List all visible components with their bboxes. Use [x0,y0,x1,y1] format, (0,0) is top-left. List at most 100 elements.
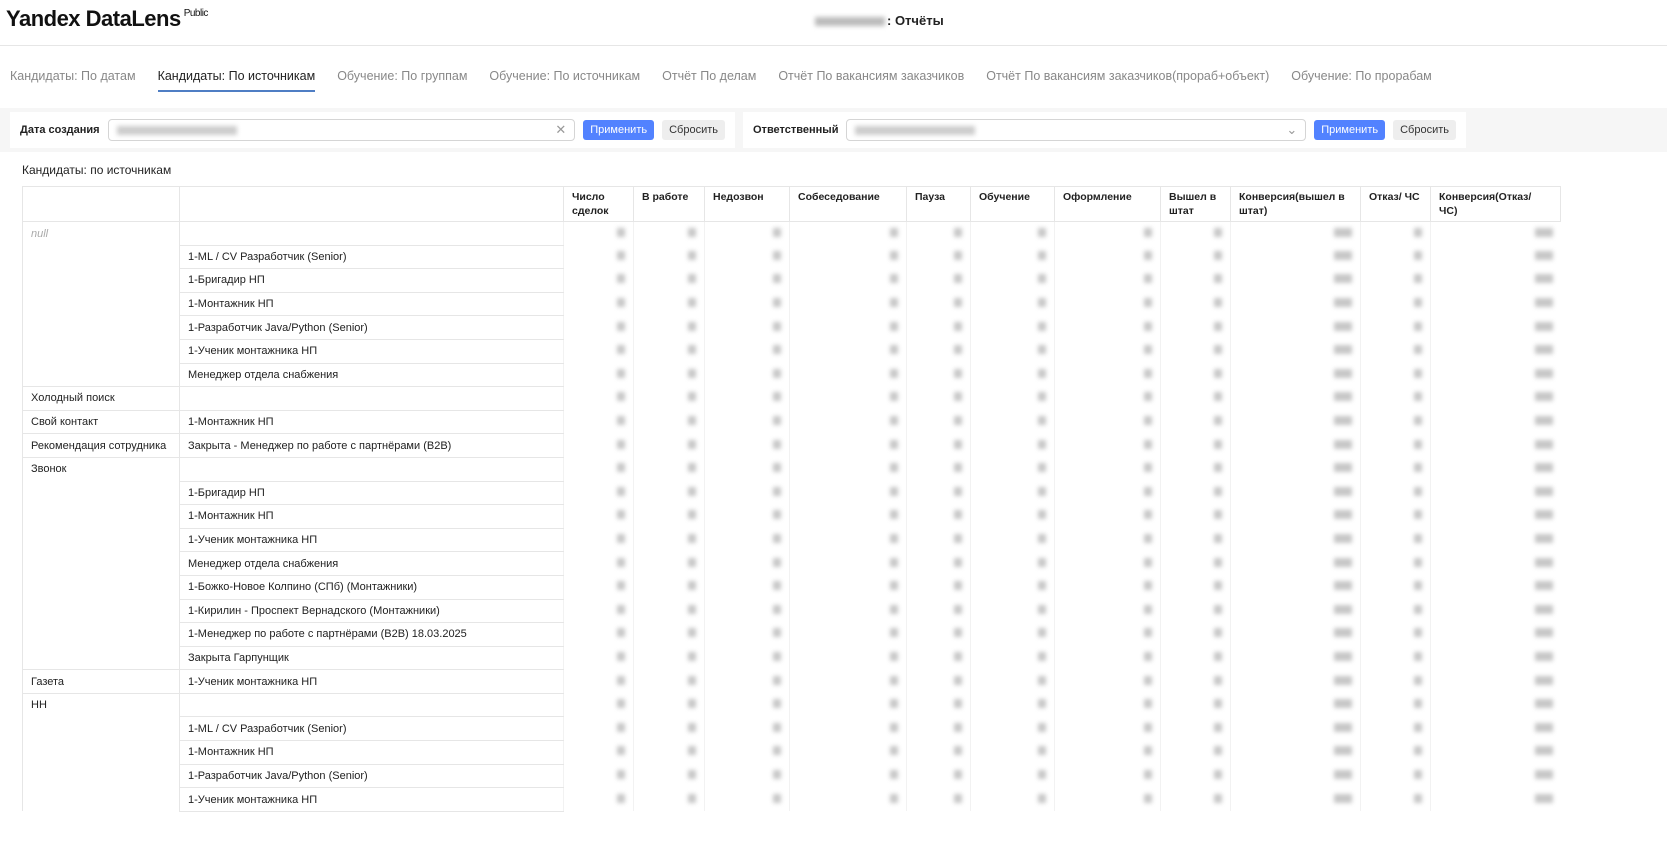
column-header[interactable] [179,186,564,222]
vacancy-cell: 1-Менеджер по работе с партнёрами (B2B) … [179,622,564,647]
blurred-value [890,250,898,260]
blurred-value [688,793,696,803]
redacted-value-cell [1230,716,1361,741]
app-header: Yandex DataLens Public : Отчёты [0,0,1667,46]
column-header[interactable]: В работе [633,186,705,222]
blurred-value [890,416,898,426]
redacted-value-cell [789,386,907,411]
owner-select[interactable]: ⌄ [846,119,1307,141]
redacted-value-cell [970,221,1055,246]
blurred-value [1214,250,1222,260]
redacted-value-cell [1360,504,1431,529]
tab-2[interactable]: Обучение: По группам [337,69,467,92]
redacted-value-cell [1230,693,1361,717]
column-header[interactable]: Оформление [1054,186,1161,222]
column-header[interactable]: Собеседование [789,186,907,222]
tab-1[interactable]: Кандидаты: По источникам [157,69,316,92]
blurred-value [890,769,898,779]
redacted-value-cell [1230,575,1361,599]
column-header[interactable]: Пауза [906,186,971,222]
reset-button[interactable]: Сбросить [1393,120,1456,140]
tab-0[interactable]: Кандидаты: По датам [10,69,136,92]
blurred-value [1414,722,1422,732]
vacancy-cell: 1-Монтажник НП [179,504,564,529]
redacted-value-cell [563,599,634,623]
tab-4[interactable]: Отчёт По делам [662,69,756,92]
source-cell [22,551,180,576]
column-header[interactable]: Число сделок [563,186,634,222]
redacted-value-cell [633,551,705,576]
redacted-value-cell [789,504,907,529]
blurred-value [1334,463,1352,473]
redacted-value-cell [789,410,907,434]
blurred-value [617,793,625,803]
blurred-value [1038,534,1046,544]
reset-button[interactable]: Сбросить [662,120,725,140]
blurred-value [1038,746,1046,756]
redacted-value-cell [1230,457,1361,482]
blurred-value [890,722,898,732]
column-header[interactable]: Конверсия(вышел в штат) [1230,186,1361,222]
column-header[interactable] [22,186,180,222]
redacted-value-cell [1054,622,1161,647]
blurred-value [1038,227,1046,237]
redacted-value-cell [704,339,790,364]
owner-filter-label: Ответственный [753,124,839,136]
tab-6[interactable]: Отчёт По вакансиям заказчиков(прораб+объ… [986,69,1269,92]
redacted-value-cell [970,268,1055,293]
redacted-value-cell [1360,575,1431,599]
redacted-value-cell [633,787,705,812]
redacted-value-cell [789,481,907,505]
redacted-value-cell [1430,504,1561,529]
redacted-value-cell [633,599,705,623]
column-header[interactable]: Недозвон [704,186,790,222]
blurred-value [890,486,898,496]
blurred-value [1414,557,1422,567]
blurred-value [1534,769,1553,779]
logo[interactable]: Yandex DataLens Public [6,6,208,32]
redacted-value-cell [1360,646,1431,670]
redacted-value-cell [1360,669,1431,694]
blurred-value [617,439,625,449]
blurred-value [1214,557,1222,567]
redacted-value-cell [970,787,1055,812]
date-range-input[interactable]: ✕ [107,119,576,141]
tab-7[interactable]: Обучение: По прорабам [1291,69,1432,92]
blurred-value [1534,534,1553,544]
blurred-value [617,604,625,614]
table-row: Газета 1-Ученик монтажника НП [22,669,1561,694]
redacted-value-cell [563,433,634,458]
column-header[interactable]: Вышел в штат [1160,186,1231,222]
redacted-name [815,17,885,27]
table-row: 1-Менеджер по работе с партнёрами (B2B) … [22,622,1561,647]
blurred-value [954,250,962,260]
table-row: 1-Ученик монтажника НП [22,339,1561,364]
redacted-value-cell [1430,339,1561,364]
redacted-value-cell [1054,386,1161,411]
tab-3[interactable]: Обучение: По источникам [489,69,640,92]
source-cell [22,787,180,812]
blurred-value [688,298,696,308]
blurred-value [890,298,898,308]
column-header[interactable]: Обучение [970,186,1055,222]
redacted-value-cell [1230,622,1361,647]
apply-button[interactable]: Применить [1314,120,1386,140]
blurred-value [1038,274,1046,284]
blurred-value [773,439,781,449]
column-header[interactable]: Отказ/ ЧС [1360,186,1431,222]
tab-5[interactable]: Отчёт По вакансиям заказчиков [778,69,964,92]
clear-icon[interactable]: ✕ [555,122,566,138]
redacted-value-cell [704,504,790,529]
vacancy-cell: 1-Монтажник НП [179,410,564,435]
apply-button[interactable]: Применить [583,120,655,140]
blurred-value [773,793,781,803]
column-header[interactable]: Конверсия(Отказ/ ЧС) [1430,186,1561,222]
redacted-value-cell [1430,599,1561,623]
redacted-value-cell [1360,221,1431,246]
source-cell: Газета [22,669,180,694]
blurred-value [1414,651,1422,661]
blurred-value [954,486,962,496]
blurred-value [617,675,625,685]
blurred-value [1214,769,1222,779]
redacted-value-cell [1360,599,1431,623]
